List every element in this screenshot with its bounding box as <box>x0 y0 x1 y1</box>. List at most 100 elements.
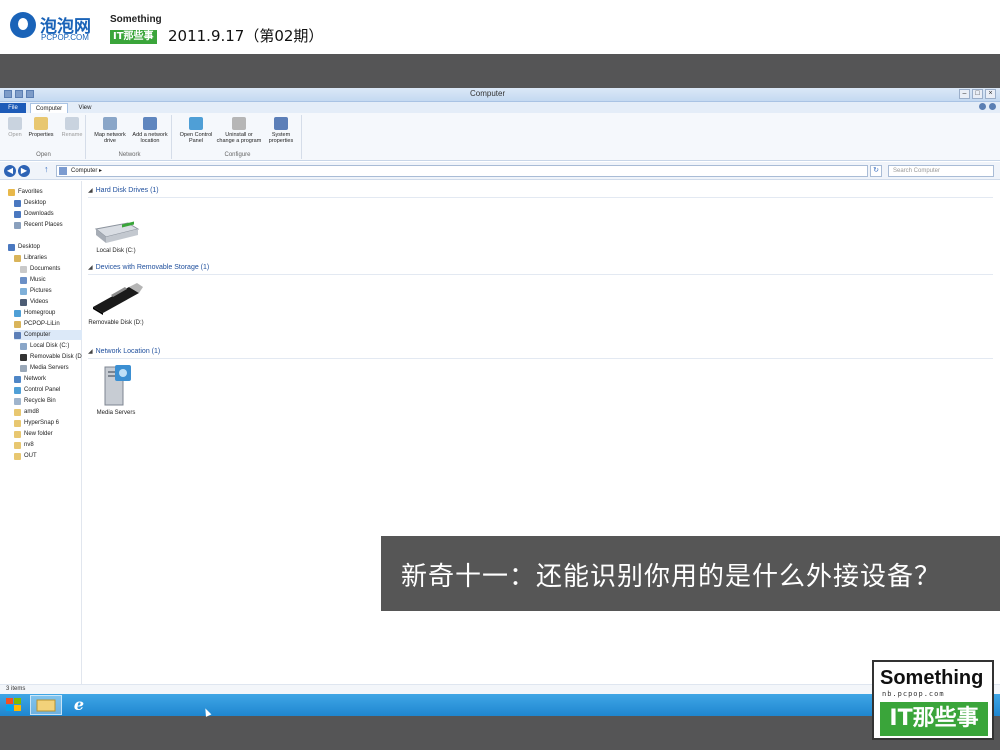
minimize-icon[interactable]: – <box>959 89 970 99</box>
group-label-configure: Configure <box>224 152 251 158</box>
tab-computer[interactable]: Computer <box>30 103 68 113</box>
logo-english: PCPOP.COM <box>41 33 89 42</box>
rename-button[interactable]: Rename <box>58 117 86 138</box>
up-arrow-icon[interactable]: ↑ <box>44 164 49 174</box>
nav-computer[interactable]: Computer <box>14 330 82 340</box>
folder-icon <box>14 430 21 438</box>
collapse-icon: ◢ <box>88 265 93 271</box>
computer-icon <box>14 331 21 339</box>
window-controls: – □ × <box>959 89 996 99</box>
add-network-location-button[interactable]: Add a network location <box>130 117 170 144</box>
downloads-icon <box>14 210 21 218</box>
internet-explorer-icon[interactable]: e <box>68 695 90 715</box>
brand-small-bottom: IT那些事 <box>110 30 157 44</box>
nav-recycle-bin[interactable]: Recycle Bin <box>14 396 56 406</box>
nav-homegroup[interactable]: Homegroup <box>14 308 55 318</box>
group-header-network[interactable]: ◢ Network Location (1) <box>88 347 160 357</box>
user-icon <box>14 320 21 328</box>
desktop-icon <box>14 199 21 207</box>
windows-logo-icon <box>6 698 21 711</box>
open-control-panel-button[interactable]: Open Control Panel <box>176 117 216 144</box>
qat-icon[interactable] <box>26 90 34 98</box>
system-properties-button[interactable]: System properties <box>262 117 300 144</box>
nav-videos[interactable]: Videos <box>20 297 48 307</box>
folder-icon <box>14 408 21 416</box>
nav-folder-out[interactable]: OUT <box>14 451 37 461</box>
group-header-hdd[interactable]: ◢ Hard Disk Drives (1) <box>88 186 159 196</box>
ribbon: Open Properties Rename Open Map network … <box>0 113 1000 161</box>
search-input[interactable]: Search Computer <box>888 165 994 177</box>
chevron-down-icon[interactable] <box>979 103 986 110</box>
nav-control-panel[interactable]: Control Panel <box>14 385 60 395</box>
brand-small: Something IT那些事 <box>110 14 162 44</box>
group-header-removable[interactable]: ◢ Devices with Removable Storage (1) <box>88 263 209 273</box>
badge-bottom: IT那些事 <box>880 702 988 736</box>
start-button[interactable] <box>4 696 24 714</box>
maximize-icon[interactable]: □ <box>972 89 983 99</box>
address-field[interactable]: Computer ▸ <box>56 165 868 177</box>
network-media-servers[interactable]: Media Servers <box>86 363 146 417</box>
hard-disk-icon <box>94 221 140 243</box>
nav-folder-new[interactable]: New folder <box>14 429 53 439</box>
header-banner: 泡泡网 PCPOP.COM Something IT那些事 2011.9.17（… <box>0 0 1000 54</box>
nav-desktop-fav[interactable]: Desktop <box>14 198 46 208</box>
refresh-icon[interactable]: ↻ <box>870 165 882 177</box>
address-bar: ◀ ▶ ↑ Computer ▸ ↻ Search Computer <box>0 162 1000 180</box>
music-icon <box>20 276 27 284</box>
tab-view[interactable]: View <box>72 103 98 113</box>
collapse-icon: ◢ <box>88 188 93 194</box>
nav-folder-nv8[interactable]: nv8 <box>14 440 34 450</box>
recent-places-icon <box>14 221 21 229</box>
forward-icon[interactable]: ▶ <box>18 165 30 177</box>
map-network-drive-button[interactable]: Map network drive <box>90 117 130 144</box>
nav-downloads[interactable]: Downloads <box>14 209 54 219</box>
nav-music[interactable]: Music <box>20 275 46 285</box>
folder-icon <box>14 441 21 449</box>
nav-removable-disk[interactable]: Removable Disk (D <box>20 352 82 362</box>
network-location-icon <box>143 117 157 130</box>
nav-folder-amd8[interactable]: amd8 <box>14 407 39 417</box>
nav-recent-places[interactable]: Recent Places <box>14 220 63 230</box>
pcpop-logo: 泡泡网 PCPOP.COM <box>10 10 100 46</box>
ribbon-group-open: Open Properties Rename Open <box>2 115 86 159</box>
media-server-icon <box>104 365 131 406</box>
nav-libraries[interactable]: Libraries <box>14 253 47 263</box>
drive-removable-disk[interactable]: Removable Disk (D:) <box>86 281 146 327</box>
nav-pictures[interactable]: Pictures <box>20 286 52 296</box>
nav-local-disk[interactable]: Local Disk (C:) <box>20 341 69 351</box>
back-icon[interactable]: ◀ <box>4 165 16 177</box>
screen: Computer – □ × File Computer View Open P… <box>0 88 1000 716</box>
divider <box>88 274 993 275</box>
taskbar: e <box>0 694 1000 716</box>
nav-desktop[interactable]: Desktop <box>8 242 40 252</box>
recycle-bin-icon <box>14 397 21 405</box>
nav-network[interactable]: Network <box>14 374 46 384</box>
nav-user[interactable]: PCPOP-LiLin <box>14 319 60 329</box>
taskbar-explorer-button[interactable] <box>30 695 62 715</box>
qat-icon[interactable] <box>4 90 12 98</box>
nav-documents[interactable]: Documents <box>20 264 60 274</box>
usb-drive-icon <box>93 283 143 315</box>
rename-icon <box>65 117 79 130</box>
properties-icon <box>34 117 48 130</box>
divider <box>88 358 993 359</box>
close-icon[interactable]: × <box>985 89 996 99</box>
help-icon[interactable] <box>989 103 996 110</box>
qat-icon[interactable] <box>15 90 23 98</box>
drive-local-disk[interactable]: Local Disk (C:) <box>86 219 146 255</box>
nav-favorites[interactable]: Favorites <box>8 187 43 197</box>
open-button[interactable]: Open <box>4 117 26 138</box>
control-panel-icon <box>14 386 21 394</box>
computer-icon <box>59 167 67 175</box>
folder-icon <box>14 419 21 427</box>
properties-button[interactable]: Properties <box>26 117 56 138</box>
nav-media-servers[interactable]: Media Servers <box>20 363 69 373</box>
ribbon-help <box>979 103 996 110</box>
folder-icon <box>36 699 56 712</box>
uninstall-program-button[interactable]: Uninstall or change a program <box>216 117 262 144</box>
brand-badge: Something nb.pcpop.com IT那些事 <box>872 660 994 740</box>
quick-access-toolbar <box>4 90 34 98</box>
nav-folder-hypersnap[interactable]: HyperSnap 6 <box>14 418 59 428</box>
tab-file[interactable]: File <box>0 103 26 113</box>
documents-icon <box>20 265 27 273</box>
